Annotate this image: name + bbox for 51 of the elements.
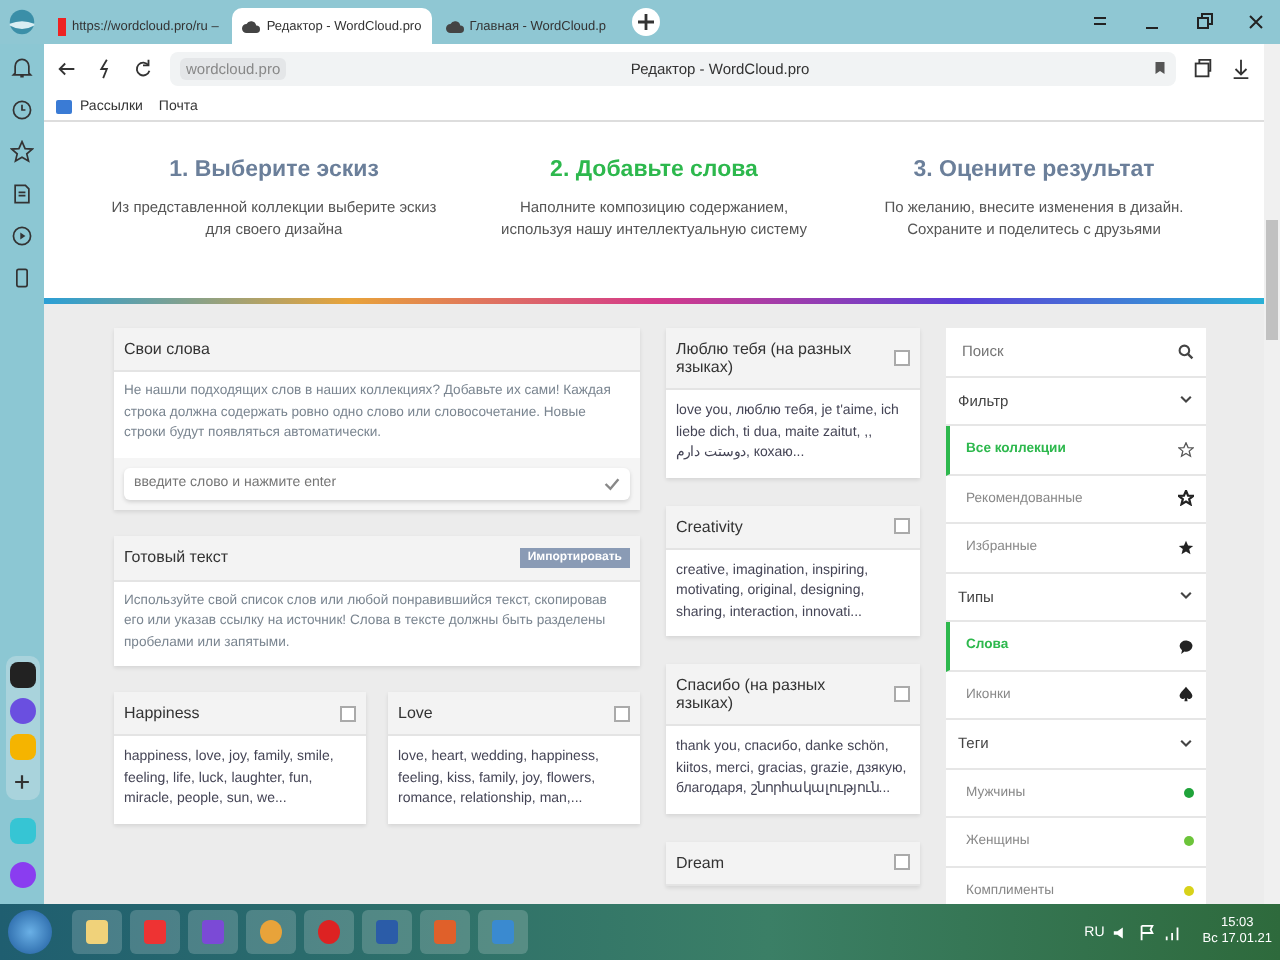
step-title: 2. Добавьте слова (548, 158, 760, 182)
clock-icon[interactable] (10, 98, 34, 122)
step-title: 1. Выберите эскиз (167, 158, 381, 182)
flag-icon[interactable] (1138, 923, 1157, 941)
chevron-icon (1178, 588, 1194, 605)
chevron-icon (1178, 392, 1194, 409)
chevron-icon (1178, 735, 1194, 752)
checkbox[interactable] (894, 350, 910, 366)
star-icon (1178, 539, 1194, 556)
checkbox[interactable] (894, 854, 910, 870)
mail-icon (56, 99, 72, 113)
checkbox[interactable] (894, 686, 910, 702)
checkbox[interactable] (340, 705, 356, 722)
card-title: Свои слова (124, 340, 210, 358)
spade-icon (1178, 686, 1194, 703)
app-icon[interactable] (9, 662, 35, 688)
bookmark-icon[interactable] (1154, 60, 1166, 76)
download-icon[interactable] (1230, 57, 1252, 79)
globe-icon[interactable] (8, 8, 36, 36)
card-title: Happiness (124, 704, 200, 723)
card-title: Creativity (676, 517, 743, 535)
back-icon[interactable] (56, 57, 78, 79)
bell-icon[interactable] (10, 56, 34, 80)
check-icon[interactable] (604, 475, 620, 492)
plus-icon[interactable] (632, 8, 661, 36)
card-title: Спасибо (на разных языках) (676, 676, 828, 712)
collection-card[interactable]: Dream (666, 841, 920, 885)
search-icon (1178, 343, 1194, 360)
card-title: Люблю тебя (на разных языках) (676, 340, 854, 376)
card-title: Dream (676, 853, 725, 871)
cloud-icon (445, 19, 464, 33)
checkbox[interactable] (614, 705, 630, 722)
close-icon[interactable] (1246, 12, 1266, 32)
card-title: Love (398, 704, 433, 723)
start-button[interactable] (8, 910, 52, 954)
star-icon (1178, 490, 1194, 507)
speech-bubble-icon (1178, 637, 1194, 654)
plus-icon[interactable] (10, 770, 34, 794)
step-title: 3. Оцените результат (911, 158, 1157, 182)
star-icon[interactable] (10, 140, 34, 164)
scrollbar-thumb[interactable] (1266, 220, 1278, 340)
play-circle-icon[interactable] (10, 224, 34, 248)
card-title: Готовый текст (124, 548, 229, 567)
checkbox[interactable] (894, 518, 910, 534)
restore-icon[interactable] (1194, 12, 1214, 32)
device-icon[interactable] (10, 266, 34, 290)
reload-icon[interactable] (132, 57, 154, 79)
star-outline-icon (1178, 441, 1194, 458)
signal-icon[interactable] (1164, 923, 1183, 941)
cloud-icon (242, 19, 261, 33)
extension-icon[interactable] (1192, 57, 1214, 79)
